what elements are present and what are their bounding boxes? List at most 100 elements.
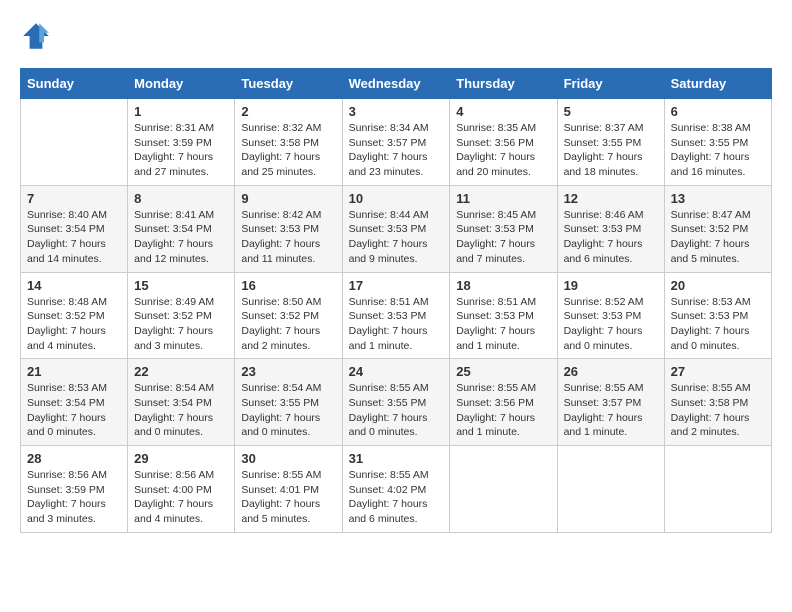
day-number: 18 xyxy=(456,278,550,293)
calendar-week-row: 7Sunrise: 8:40 AM Sunset: 3:54 PM Daylig… xyxy=(21,185,772,272)
day-info: Sunrise: 8:50 AM Sunset: 3:52 PM Dayligh… xyxy=(241,295,335,354)
calendar-cell: 19 Sunrise: 8:52 AM Sunset: 3:53 PM Dayli… xyxy=(557,272,664,359)
calendar-cell xyxy=(557,446,664,533)
calendar-cell: 29Sunrise: 8:56 AM Sunset: 4:00 PM Dayli… xyxy=(128,446,235,533)
calendar-cell: 23 Sunrise: 8:54 AM Sunset: 3:55 PM Dayli… xyxy=(235,359,342,446)
day-number: 16 xyxy=(241,278,335,293)
calendar-table: SundayMondayTuesdayWednesdayThursdayFrid… xyxy=(20,68,772,533)
day-info: Sunrise: 8:55 AM Sunset: 4:01 PM Dayligh… xyxy=(241,468,335,527)
calendar-cell: 7Sunrise: 8:40 AM Sunset: 3:54 PM Daylig… xyxy=(21,185,128,272)
calendar-cell: 31 Sunrise: 8:55 AM Sunset: 4:02 PM Dayli… xyxy=(342,446,450,533)
day-number: 13 xyxy=(671,191,765,206)
day-info: Sunrise: 8:53 AM Sunset: 3:54 PM Dayligh… xyxy=(27,381,121,440)
day-number: 2 xyxy=(241,104,335,119)
day-number: 28 xyxy=(27,451,121,466)
day-info: Sunrise: 8:44 AM Sunset: 3:53 PM Dayligh… xyxy=(349,208,444,267)
day-number: 10 xyxy=(349,191,444,206)
day-info: Sunrise: 8:52 AM Sunset: 3:53 PM Dayligh… xyxy=(564,295,658,354)
calendar-cell: 26 Sunrise: 8:55 AM Sunset: 3:57 PM Dayli… xyxy=(557,359,664,446)
calendar-cell: 27Sunrise: 8:55 AM Sunset: 3:58 PM Dayli… xyxy=(664,359,771,446)
calendar-cell: 8 Sunrise: 8:41 AM Sunset: 3:54 PM Daylig… xyxy=(128,185,235,272)
calendar-cell: 25Sunrise: 8:55 AM Sunset: 3:56 PM Dayli… xyxy=(450,359,557,446)
calendar-cell xyxy=(664,446,771,533)
day-number: 17 xyxy=(349,278,444,293)
day-info: Sunrise: 8:35 AM Sunset: 3:56 PM Dayligh… xyxy=(456,121,550,180)
day-info: Sunrise: 8:41 AM Sunset: 3:54 PM Dayligh… xyxy=(134,208,228,267)
day-number: 29 xyxy=(134,451,228,466)
calendar-cell: 21 Sunrise: 8:53 AM Sunset: 3:54 PM Dayli… xyxy=(21,359,128,446)
calendar-cell: 4 Sunrise: 8:35 AM Sunset: 3:56 PM Daylig… xyxy=(450,99,557,186)
day-number: 15 xyxy=(134,278,228,293)
day-info: Sunrise: 8:55 AM Sunset: 3:57 PM Dayligh… xyxy=(564,381,658,440)
day-info: Sunrise: 8:42 AM Sunset: 3:53 PM Dayligh… xyxy=(241,208,335,267)
calendar-cell: 3 Sunrise: 8:34 AM Sunset: 3:57 PM Daylig… xyxy=(342,99,450,186)
day-info: Sunrise: 8:56 AM Sunset: 3:59 PM Dayligh… xyxy=(27,468,121,527)
calendar-cell: 16 Sunrise: 8:50 AM Sunset: 3:52 PM Dayli… xyxy=(235,272,342,359)
day-info: Sunrise: 8:47 AM Sunset: 3:52 PM Dayligh… xyxy=(671,208,765,267)
calendar-week-row: 1 Sunrise: 8:31 AM Sunset: 3:59 PM Daylig… xyxy=(21,99,772,186)
day-info: Sunrise: 8:51 AM Sunset: 3:53 PM Dayligh… xyxy=(349,295,444,354)
calendar-cell: 13 Sunrise: 8:47 AM Sunset: 3:52 PM Dayli… xyxy=(664,185,771,272)
day-number: 5 xyxy=(564,104,658,119)
day-info: Sunrise: 8:54 AM Sunset: 3:55 PM Dayligh… xyxy=(241,381,335,440)
day-info: Sunrise: 8:55 AM Sunset: 3:58 PM Dayligh… xyxy=(671,381,765,440)
day-info: Sunrise: 8:48 AM Sunset: 3:52 PM Dayligh… xyxy=(27,295,121,354)
calendar-cell: 12 Sunrise: 8:46 AM Sunset: 3:53 PM Dayli… xyxy=(557,185,664,272)
calendar-day-header: Thursday xyxy=(450,69,557,99)
day-number: 26 xyxy=(564,364,658,379)
day-info: Sunrise: 8:46 AM Sunset: 3:53 PM Dayligh… xyxy=(564,208,658,267)
calendar-cell: 20Sunrise: 8:53 AM Sunset: 3:53 PM Dayli… xyxy=(664,272,771,359)
calendar-cell xyxy=(21,99,128,186)
calendar-day-header: Wednesday xyxy=(342,69,450,99)
day-number: 21 xyxy=(27,364,121,379)
day-number: 12 xyxy=(564,191,658,206)
day-info: Sunrise: 8:55 AM Sunset: 4:02 PM Dayligh… xyxy=(349,468,444,527)
day-info: Sunrise: 8:32 AM Sunset: 3:58 PM Dayligh… xyxy=(241,121,335,180)
calendar-week-row: 28 Sunrise: 8:56 AM Sunset: 3:59 PM Dayli… xyxy=(21,446,772,533)
day-info: Sunrise: 8:37 AM Sunset: 3:55 PM Dayligh… xyxy=(564,121,658,180)
day-number: 7 xyxy=(27,191,121,206)
day-info: Sunrise: 8:45 AM Sunset: 3:53 PM Dayligh… xyxy=(456,208,550,267)
day-info: Sunrise: 8:38 AM Sunset: 3:55 PM Dayligh… xyxy=(671,121,765,180)
day-info: Sunrise: 8:55 AM Sunset: 3:55 PM Dayligh… xyxy=(349,381,444,440)
calendar-day-header: Saturday xyxy=(664,69,771,99)
calendar-cell: 17 Sunrise: 8:51 AM Sunset: 3:53 PM Dayli… xyxy=(342,272,450,359)
calendar-cell: 1 Sunrise: 8:31 AM Sunset: 3:59 PM Daylig… xyxy=(128,99,235,186)
day-number: 23 xyxy=(241,364,335,379)
day-info: Sunrise: 8:49 AM Sunset: 3:52 PM Dayligh… xyxy=(134,295,228,354)
calendar-week-row: 14 Sunrise: 8:48 AM Sunset: 3:52 PM Dayli… xyxy=(21,272,772,359)
calendar-cell: 5 Sunrise: 8:37 AM Sunset: 3:55 PM Daylig… xyxy=(557,99,664,186)
calendar-cell: 2 Sunrise: 8:32 AM Sunset: 3:58 PM Daylig… xyxy=(235,99,342,186)
calendar-cell: 28 Sunrise: 8:56 AM Sunset: 3:59 PM Dayli… xyxy=(21,446,128,533)
calendar-day-header: Monday xyxy=(128,69,235,99)
calendar-day-header: Tuesday xyxy=(235,69,342,99)
day-number: 1 xyxy=(134,104,228,119)
day-info: Sunrise: 8:31 AM Sunset: 3:59 PM Dayligh… xyxy=(134,121,228,180)
day-number: 24 xyxy=(349,364,444,379)
calendar-cell: 18Sunrise: 8:51 AM Sunset: 3:53 PM Dayli… xyxy=(450,272,557,359)
day-number: 31 xyxy=(349,451,444,466)
day-number: 4 xyxy=(456,104,550,119)
day-number: 14 xyxy=(27,278,121,293)
calendar-cell: 9Sunrise: 8:42 AM Sunset: 3:53 PM Daylig… xyxy=(235,185,342,272)
day-info: Sunrise: 8:54 AM Sunset: 3:54 PM Dayligh… xyxy=(134,381,228,440)
day-number: 11 xyxy=(456,191,550,206)
day-number: 25 xyxy=(456,364,550,379)
calendar-cell: 14 Sunrise: 8:48 AM Sunset: 3:52 PM Dayli… xyxy=(21,272,128,359)
logo-icon xyxy=(20,20,52,52)
calendar-cell: 15 Sunrise: 8:49 AM Sunset: 3:52 PM Dayli… xyxy=(128,272,235,359)
page-header xyxy=(20,20,772,52)
day-number: 22 xyxy=(134,364,228,379)
day-number: 8 xyxy=(134,191,228,206)
day-number: 3 xyxy=(349,104,444,119)
calendar-header-row: SundayMondayTuesdayWednesdayThursdayFrid… xyxy=(21,69,772,99)
calendar-cell: 6Sunrise: 8:38 AM Sunset: 3:55 PM Daylig… xyxy=(664,99,771,186)
day-number: 20 xyxy=(671,278,765,293)
calendar-week-row: 21 Sunrise: 8:53 AM Sunset: 3:54 PM Dayli… xyxy=(21,359,772,446)
logo xyxy=(20,20,56,52)
calendar-day-header: Sunday xyxy=(21,69,128,99)
day-info: Sunrise: 8:34 AM Sunset: 3:57 PM Dayligh… xyxy=(349,121,444,180)
calendar-day-header: Friday xyxy=(557,69,664,99)
calendar-cell: 22 Sunrise: 8:54 AM Sunset: 3:54 PM Dayli… xyxy=(128,359,235,446)
day-number: 19 xyxy=(564,278,658,293)
